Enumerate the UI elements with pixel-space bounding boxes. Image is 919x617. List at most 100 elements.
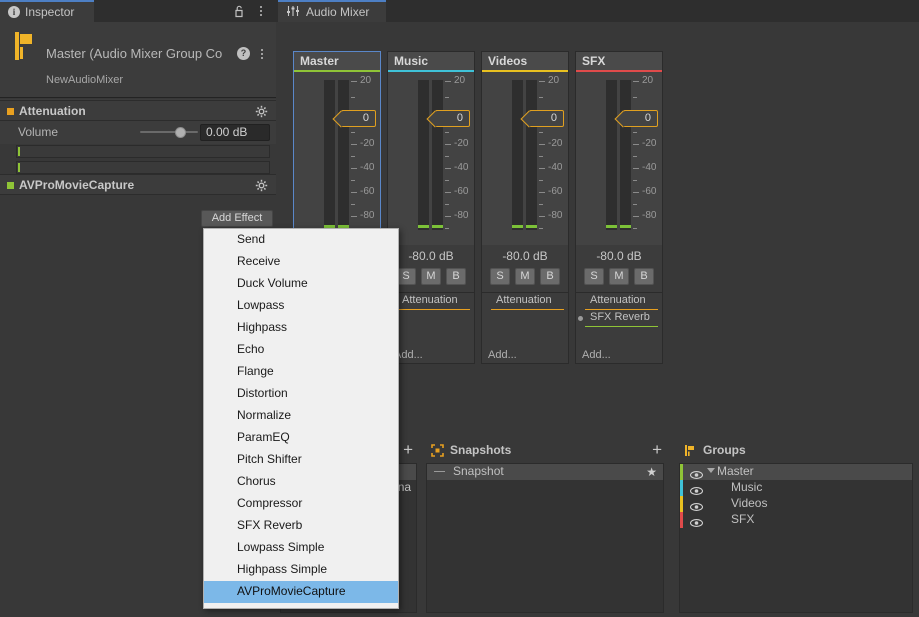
volume-fader-handle[interactable]: 0 [529,110,564,127]
menu-item-highpass-simple[interactable]: Highpass Simple [204,559,398,581]
menu-item-pitch-shifter[interactable]: Pitch Shifter [204,449,398,471]
menu-item-sfx-reverb[interactable]: SFX Reverb [204,515,398,537]
menu-item-send[interactable]: Send [204,229,398,251]
scale-tick-minor [539,97,543,98]
eye-icon[interactable] [689,500,704,511]
effect-enabled-dot[interactable] [578,316,583,321]
add-effect-slot-button[interactable]: Add... [582,349,611,361]
volume-fader-handle[interactable]: 0 [435,110,470,127]
snapshots-list[interactable]: Snapshot ★ [426,463,664,613]
add-mixer-button[interactable]: + [403,441,413,458]
groups-list[interactable]: Master Music Videos SFX [679,463,913,613]
tab-inspector[interactable]: i Inspector [0,0,94,22]
help-icon[interactable]: ? [237,47,250,60]
meter-peak-led [526,225,537,228]
volume-label: Volume [18,125,59,139]
level-meter[interactable]: 20 -20 -40 -60 -80 0 [482,72,568,245]
scale-tick-label: -60 [548,186,563,197]
gear-icon[interactable] [255,105,268,118]
strip-effect-list[interactable]: AttenuationAdd... [388,292,474,363]
menu-item-lowpass-simple[interactable]: Lowpass Simple [204,537,398,559]
tab-audio-mixer-label: Audio Mixer [306,5,370,19]
bypass-button[interactable]: B [540,268,560,285]
group-color-stripe [680,464,683,480]
level-meter[interactable]: 20 -20 -40 -60 -80 0 [294,72,380,245]
solo-button[interactable]: S [490,268,510,285]
strip-header[interactable]: Music [388,52,474,72]
strip-effect-list[interactable]: Attenuation SFX Reverb Add... [576,292,662,363]
scale-tick [633,216,639,217]
bypass-button[interactable]: B [446,268,466,285]
drag-handle-icon[interactable] [434,471,445,472]
level-meter[interactable]: 20 -20 -40 -60 -80 0 [576,72,662,245]
tab-audio-mixer[interactable]: Audio Mixer [278,0,386,22]
menu-item-flange[interactable]: Flange [204,361,398,383]
eye-icon[interactable] [689,484,704,495]
volume-fader-handle[interactable]: 0 [623,110,658,127]
snapshots-panel-header: Snapshots + [424,440,676,462]
menu-item-highpass[interactable]: Highpass [204,317,398,339]
level-meter[interactable]: 20 -20 -40 -60 -80 0 [388,72,474,245]
menu-item-duck-volume[interactable]: Duck Volume [204,273,398,295]
menu-item-receive[interactable]: Receive [204,251,398,273]
scale-tick-minor [633,180,637,181]
mixer-strip-sfx[interactable]: SFX 20 -20 -40 -60 -80 0 -80.0 dB S M B Attenuation… [575,51,663,364]
volume-value-field[interactable]: 0.00 dB [200,124,270,141]
effect-slot[interactable]: Attenuation [388,293,474,310]
menu-item-distortion[interactable]: Distortion [204,383,398,405]
strip-effect-list[interactable]: Attenuation Add... [482,292,568,363]
effect-slot[interactable]: Attenuation [576,293,662,310]
add-effect-dropdown-menu[interactable]: Send Receive Duck Volume Lowpass Highpass Ech… [203,228,399,609]
menu-item-echo[interactable]: Echo [204,339,398,361]
scale-tick-minor [351,156,355,157]
strip-header[interactable]: Master [294,52,380,72]
add-effect-slot-button[interactable]: Add... [488,349,517,361]
solo-button[interactable]: S [584,268,604,285]
attenuation-section-header[interactable]: Attenuation [0,100,276,121]
menu-item-normalize[interactable]: Normalize [204,405,398,427]
menu-item-chorus[interactable]: Chorus [204,471,398,493]
avpromoviecapture-section-header[interactable]: AVProMovieCapture [0,174,276,195]
scale-tick-label: 20 [454,75,466,86]
menu-item-lowpass[interactable]: Lowpass [204,295,398,317]
group-row-sfx[interactable]: SFX [680,512,912,528]
kebab-menu-icon[interactable] [255,4,267,18]
scale-tick-minor [633,228,637,229]
star-icon[interactable]: ★ [646,465,657,480]
bypass-button[interactable]: B [634,268,654,285]
add-snapshot-button[interactable]: + [652,441,662,458]
effect-slot[interactable]: Attenuation [482,293,568,310]
strip-header[interactable]: SFX [576,52,662,72]
strip-header[interactable]: Videos [482,52,568,72]
unlocked-padlock-icon[interactable] [232,4,246,18]
group-row-videos[interactable]: Videos [680,496,912,512]
volume-slider-knob[interactable] [175,127,186,138]
scale-tick-label: -80 [454,210,469,221]
gear-icon[interactable] [255,179,268,192]
volume-slider-track[interactable] [140,131,198,133]
meter-channel [512,80,523,230]
eye-icon[interactable] [689,468,704,479]
scale-tick-label: -80 [642,210,657,221]
volume-fader-handle[interactable]: 0 [341,110,376,127]
mixer-strip-music[interactable]: Music 20 -20 -40 -60 -80 0 -80.0 dB S M B Attenuati… [387,51,475,364]
add-effect-button[interactable]: Add Effect [201,210,273,227]
meter-scale: 20 -20 -40 -60 -80 [351,75,381,237]
solo-button[interactable]: S [396,268,416,285]
eye-icon[interactable] [689,516,704,527]
group-row-music[interactable]: Music [680,480,912,496]
menu-item-parameq[interactable]: ParamEQ [204,427,398,449]
mute-button[interactable]: M [421,268,441,285]
mute-button[interactable]: M [515,268,535,285]
menu-item-avpromoviecapture[interactable]: AVProMovieCapture [204,581,398,603]
list-item[interactable]: Snapshot ★ [427,464,663,480]
audio-mixer-icon [286,5,300,20]
group-row-master[interactable]: Master [680,464,912,480]
mute-button[interactable]: M [609,268,629,285]
effect-slot[interactable]: SFX Reverb [576,310,662,327]
chevron-down-icon[interactable] [707,468,715,473]
menu-item-compressor[interactable]: Compressor [204,493,398,515]
attenuation-color-dot [7,108,14,115]
mixer-strip-videos[interactable]: Videos 20 -20 -40 -60 -80 0 -80.0 dB S M B Attenuat… [481,51,569,364]
object-kebab-menu-icon[interactable] [256,47,268,60]
